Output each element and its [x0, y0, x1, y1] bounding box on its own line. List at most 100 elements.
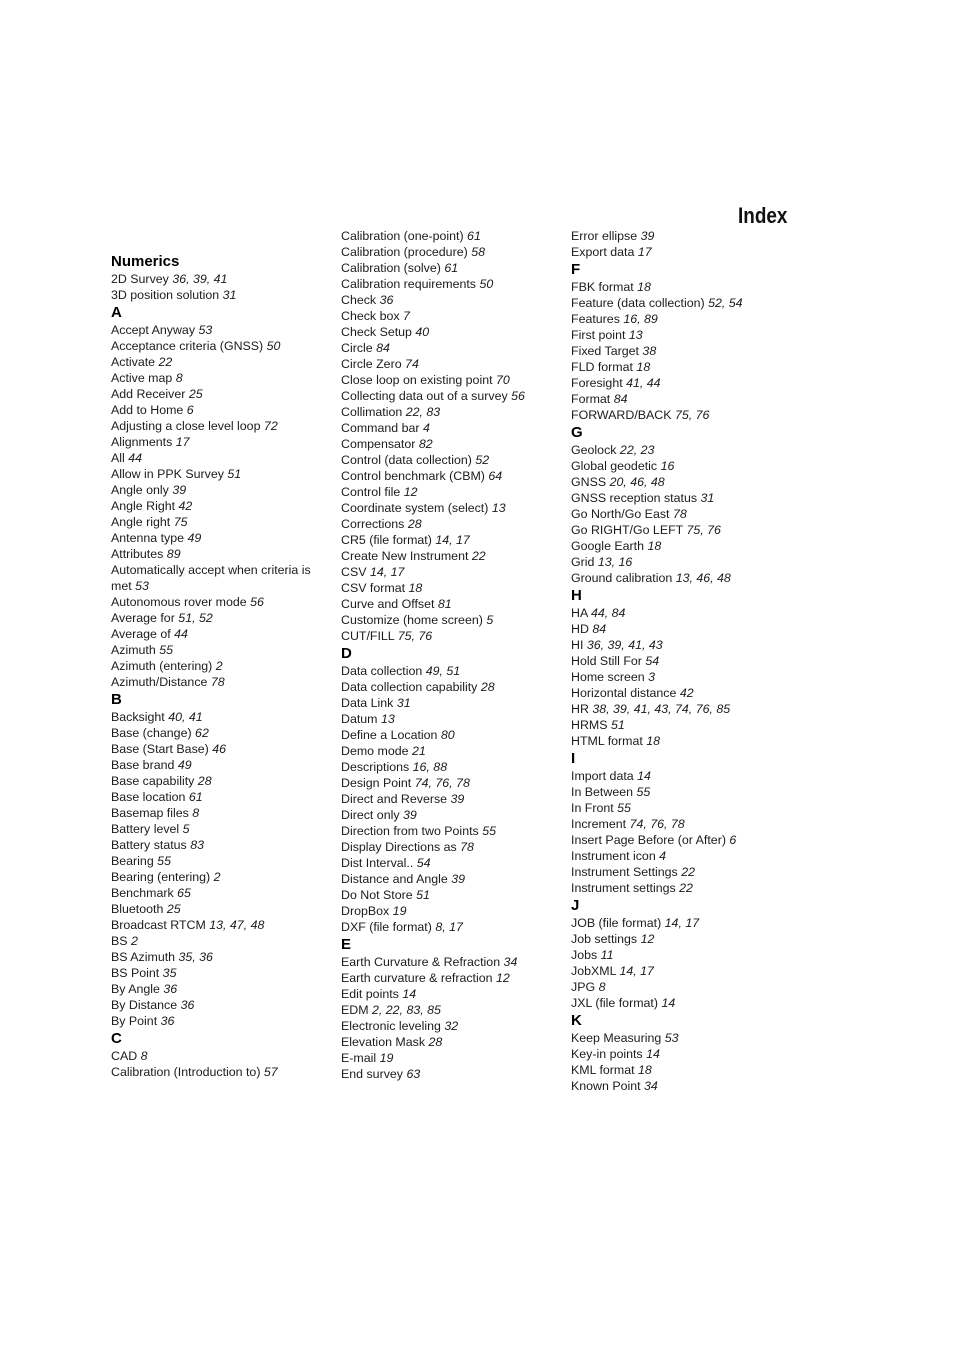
page-references[interactable]: 18: [637, 280, 651, 294]
page-references[interactable]: 39: [403, 808, 417, 822]
page-references[interactable]: 19: [380, 1051, 394, 1065]
page-references[interactable]: 39: [451, 792, 465, 806]
page-references[interactable]: 14: [646, 1047, 660, 1061]
page-references[interactable]: 20, 46, 48: [610, 475, 665, 489]
page-references[interactable]: 38, 39, 41, 43, 74, 76, 85: [592, 702, 730, 716]
page-references[interactable]: 13: [381, 712, 395, 726]
page-references[interactable]: 55: [157, 854, 171, 868]
page-references[interactable]: 12: [641, 932, 655, 946]
page-references[interactable]: 22: [681, 865, 695, 879]
page-references[interactable]: 28: [428, 1035, 442, 1049]
page-references[interactable]: 11: [601, 948, 614, 962]
page-references[interactable]: 3: [648, 670, 655, 684]
page-references[interactable]: 2: [131, 934, 138, 948]
page-references[interactable]: 8: [599, 980, 606, 994]
page-references[interactable]: 22: [472, 549, 486, 563]
page-references[interactable]: 75, 76: [398, 629, 432, 643]
page-references[interactable]: 18: [636, 360, 650, 374]
page-references[interactable]: 8: [176, 371, 183, 385]
page-references[interactable]: 13, 46, 48: [676, 571, 731, 585]
page-references[interactable]: 35, 36: [179, 950, 213, 964]
page-references[interactable]: 75: [174, 515, 188, 529]
page-references[interactable]: 19: [393, 904, 407, 918]
page-references[interactable]: 6: [729, 833, 736, 847]
page-references[interactable]: 36: [380, 293, 394, 307]
page-references[interactable]: 31: [223, 288, 237, 302]
page-references[interactable]: 16, 89: [623, 312, 657, 326]
page-references[interactable]: 74, 76, 78: [415, 776, 470, 790]
page-references[interactable]: 74: [405, 357, 419, 371]
page-references[interactable]: 17: [176, 435, 190, 449]
page-references[interactable]: 21: [412, 744, 426, 758]
page-references[interactable]: 49: [178, 758, 192, 772]
page-references[interactable]: 5: [183, 822, 190, 836]
page-references[interactable]: 4: [423, 421, 430, 435]
page-references[interactable]: 51: [416, 888, 430, 902]
page-references[interactable]: 22, 23: [620, 443, 654, 457]
page-references[interactable]: 28: [481, 680, 495, 694]
page-references[interactable]: 5: [486, 613, 493, 627]
page-references[interactable]: 53: [665, 1031, 679, 1045]
page-references[interactable]: 14: [637, 769, 651, 783]
page-references[interactable]: 64: [488, 469, 502, 483]
page-references[interactable]: 8: [192, 806, 199, 820]
page-references[interactable]: 84: [376, 341, 390, 355]
page-references[interactable]: 28: [198, 774, 212, 788]
page-references[interactable]: 17: [638, 245, 652, 259]
page-references[interactable]: 78: [673, 507, 687, 521]
page-references[interactable]: 40, 41: [168, 710, 202, 724]
page-references[interactable]: 16: [661, 459, 675, 473]
page-references[interactable]: 65: [177, 886, 191, 900]
page-references[interactable]: 14: [661, 996, 675, 1010]
page-references[interactable]: 12: [496, 971, 510, 985]
page-references[interactable]: 53: [198, 323, 212, 337]
page-references[interactable]: 22, 83: [406, 405, 440, 419]
page-references[interactable]: 39: [172, 483, 186, 497]
page-references[interactable]: 22: [679, 881, 693, 895]
page-references[interactable]: 13, 47, 48: [209, 918, 264, 932]
page-references[interactable]: 18: [646, 734, 660, 748]
page-references[interactable]: 18: [647, 539, 661, 553]
page-references[interactable]: 51, 52: [178, 611, 212, 625]
page-references[interactable]: 13: [629, 328, 643, 342]
page-references[interactable]: 16, 88: [413, 760, 447, 774]
page-references[interactable]: 8, 17: [435, 920, 463, 934]
page-references[interactable]: 2: [214, 870, 221, 884]
page-references[interactable]: 32: [444, 1019, 458, 1033]
page-references[interactable]: 61: [444, 261, 458, 275]
page-references[interactable]: 42: [680, 686, 694, 700]
page-references[interactable]: 70: [496, 373, 510, 387]
page-references[interactable]: 55: [482, 824, 496, 838]
page-references[interactable]: 8: [141, 1049, 148, 1063]
page-references[interactable]: 75, 76: [675, 408, 709, 422]
page-references[interactable]: 58: [471, 245, 485, 259]
page-references[interactable]: 18: [638, 1063, 652, 1077]
page-references[interactable]: 63: [406, 1067, 420, 1081]
page-references[interactable]: 49, 51: [426, 664, 460, 678]
page-references[interactable]: 2, 22, 83, 85: [372, 1003, 441, 1017]
page-references[interactable]: 53: [135, 579, 149, 593]
page-references[interactable]: 52: [475, 453, 489, 467]
page-references[interactable]: 34: [504, 955, 518, 969]
page-references[interactable]: 84: [592, 622, 606, 636]
page-references[interactable]: 13: [492, 501, 506, 515]
page-references[interactable]: 49: [187, 531, 201, 545]
page-references[interactable]: 14, 17: [619, 964, 653, 978]
page-references[interactable]: 57: [264, 1065, 278, 1079]
page-references[interactable]: 56: [511, 389, 525, 403]
page-references[interactable]: 84: [614, 392, 628, 406]
page-references[interactable]: 31: [397, 696, 411, 710]
page-references[interactable]: 75, 76: [686, 523, 720, 537]
page-references[interactable]: 42: [179, 499, 193, 513]
page-references[interactable]: 38: [642, 344, 656, 358]
page-references[interactable]: 51: [611, 718, 625, 732]
page-references[interactable]: 36, 39, 41, 43: [587, 638, 663, 652]
page-references[interactable]: 14, 17: [435, 533, 469, 547]
page-references[interactable]: 22: [159, 355, 173, 369]
page-references[interactable]: 2: [216, 659, 223, 673]
page-references[interactable]: 89: [167, 547, 181, 561]
page-references[interactable]: 39: [641, 229, 655, 243]
page-references[interactable]: 14, 17: [370, 565, 404, 579]
page-references[interactable]: 31: [700, 491, 714, 505]
page-references[interactable]: 6: [187, 403, 194, 417]
